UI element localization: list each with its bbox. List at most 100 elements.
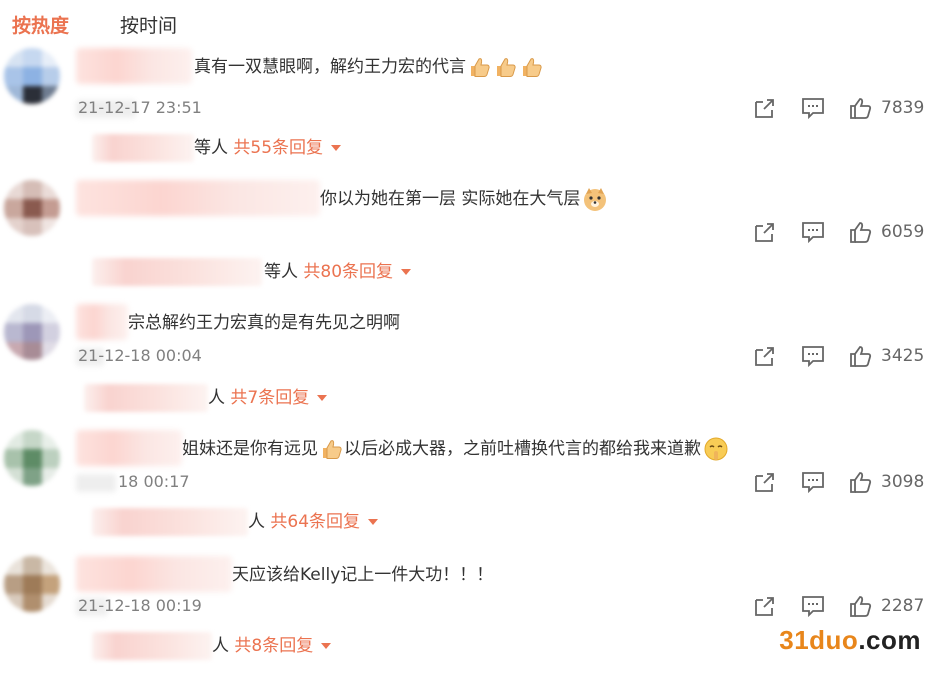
caret-down-icon	[331, 145, 342, 151]
reply-users-blurred	[92, 258, 262, 286]
reply-users-blurred	[92, 632, 212, 660]
time-blur	[76, 474, 116, 492]
caret-down-icon	[317, 395, 328, 401]
reply-who: 等人	[264, 262, 298, 282]
reply-count: 共55条回复	[233, 138, 324, 158]
like-count: 3098	[881, 472, 925, 492]
reply-who: 人	[248, 512, 265, 532]
like-count: 2287	[881, 596, 925, 616]
username-blurred[interactable]	[76, 48, 192, 84]
comment-item: 你以为她在第一层 实际她在大气层 6059 等人 共80条回复	[0, 176, 939, 300]
like-icon	[850, 222, 872, 243]
like-icon	[850, 472, 872, 493]
comment-time: 21-12-18 00:04	[78, 346, 202, 365]
like-button[interactable]: 2287	[849, 594, 925, 618]
like-button[interactable]: 7839	[849, 96, 925, 120]
caret-down-icon	[401, 269, 412, 275]
comment-item: 真有一双慧眼啊，解约王力宏的代言 21-12-17 23:51 7839 等人 …	[0, 44, 939, 168]
avatar[interactable]	[4, 556, 60, 612]
reply-button[interactable]	[801, 470, 825, 494]
share-button[interactable]	[753, 96, 777, 120]
like-count: 3425	[881, 346, 925, 366]
comment-item: 宗总解约王力宏真的是有先见之明啊 21-12-18 00:04 3425 人 共…	[0, 300, 939, 424]
comment-icon	[802, 346, 824, 366]
reply-count: 共8条回复	[234, 636, 314, 656]
view-replies-link[interactable]: 共7条回复	[230, 388, 328, 408]
comment-icon	[802, 222, 824, 242]
doge-emoji-icon	[584, 188, 607, 211]
comment-actions: 3098	[753, 470, 924, 494]
username-blurred[interactable]	[76, 304, 128, 340]
comment-time: 21-12-17 23:51	[78, 98, 202, 117]
comment-body: 天应该给Kelly记上一件大功！！！	[232, 565, 494, 585]
avatar[interactable]	[4, 180, 60, 236]
caret-down-icon	[321, 643, 332, 649]
avatar[interactable]	[4, 48, 60, 104]
comment-body-part-b: 以后必成大器，之前吐槽换代言的都给我来道歉	[344, 439, 701, 459]
tab-by-time[interactable]: 按时间	[120, 12, 177, 40]
site-watermark: 31duo.com	[779, 625, 921, 656]
share-button[interactable]	[753, 594, 777, 618]
comment-actions: 6059	[753, 220, 924, 244]
view-replies-link[interactable]: 共55条回复	[233, 138, 342, 158]
reply-button[interactable]	[801, 594, 825, 618]
avatar[interactable]	[4, 304, 60, 360]
like-count: 7839	[881, 98, 925, 118]
reply-button[interactable]	[801, 220, 825, 244]
watermark-part-b: .com	[858, 625, 921, 655]
comment-text: 姐妹还是你有远见 以后必成大器，之前吐槽换代言的都给我来道歉	[182, 436, 729, 462]
shush-emoji-icon	[704, 437, 728, 461]
username-blurred[interactable]	[76, 556, 232, 592]
like-icon	[850, 98, 872, 119]
share-icon	[755, 347, 774, 366]
reply-who: 人	[208, 388, 225, 408]
share-icon	[755, 473, 774, 492]
comment-time: 21-12-18 00:19	[78, 596, 202, 615]
thumbs-up-emoji-icon	[322, 440, 342, 459]
share-icon	[755, 597, 774, 616]
reply-count: 共7条回复	[230, 388, 310, 408]
like-icon	[850, 596, 872, 617]
comment-text: 宗总解约王力宏真的是有先见之明啊	[128, 310, 400, 336]
like-count: 6059	[881, 222, 925, 242]
view-replies-link[interactable]: 共64条回复	[270, 512, 379, 532]
reply-users-blurred	[92, 508, 248, 536]
share-button[interactable]	[753, 470, 777, 494]
avatar[interactable]	[4, 430, 60, 486]
like-icon	[850, 346, 872, 367]
share-icon	[755, 99, 774, 118]
reply-count: 共80条回复	[303, 262, 394, 282]
comment-actions: 7839	[753, 96, 924, 120]
username-blurred[interactable]	[76, 180, 320, 216]
comment-text: 天应该给Kelly记上一件大功！！！	[232, 562, 493, 588]
comment-text: 真有一双慧眼啊，解约王力宏的代言	[194, 54, 544, 80]
like-button[interactable]: 6059	[849, 220, 925, 244]
reply-button[interactable]	[801, 96, 825, 120]
reply-button[interactable]	[801, 344, 825, 368]
share-button[interactable]	[753, 220, 777, 244]
like-button[interactable]: 3098	[849, 470, 925, 494]
comment-time: 18 00:17	[118, 472, 190, 491]
comment-actions: 2287	[753, 594, 924, 618]
comment-item: 天应该给Kelly记上一件大功！！！ 21-12-18 00:19 2287 人…	[0, 552, 939, 676]
reply-users-blurred	[92, 134, 194, 162]
view-replies-link[interactable]: 共80条回复	[303, 262, 412, 282]
watermark-part-a: 31duo	[779, 625, 859, 655]
reply-users-blurred	[84, 384, 208, 412]
reply-who: 等人	[194, 138, 228, 158]
like-button[interactable]: 3425	[849, 344, 925, 368]
comment-actions: 3425	[753, 344, 924, 368]
view-replies-link[interactable]: 共8条回复	[234, 636, 332, 656]
username-blurred[interactable]	[76, 430, 182, 466]
comment-body-part-a: 姐妹还是你有远见	[182, 439, 318, 459]
thumbs-up-emoji-icon	[522, 58, 542, 77]
share-button[interactable]	[753, 344, 777, 368]
comment-body: 你以为她在第一层 实际她在大气层	[320, 189, 581, 209]
comment-text: 你以为她在第一层 实际她在大气层	[320, 186, 608, 212]
comment-body: 宗总解约王力宏真的是有先见之明啊	[128, 313, 400, 333]
comment-icon	[802, 596, 824, 616]
tab-by-hot[interactable]: 按热度	[12, 12, 69, 40]
comment-body: 真有一双慧眼啊，解约王力宏的代言	[194, 57, 466, 77]
reply-who: 人	[212, 636, 229, 656]
share-icon	[755, 223, 774, 242]
